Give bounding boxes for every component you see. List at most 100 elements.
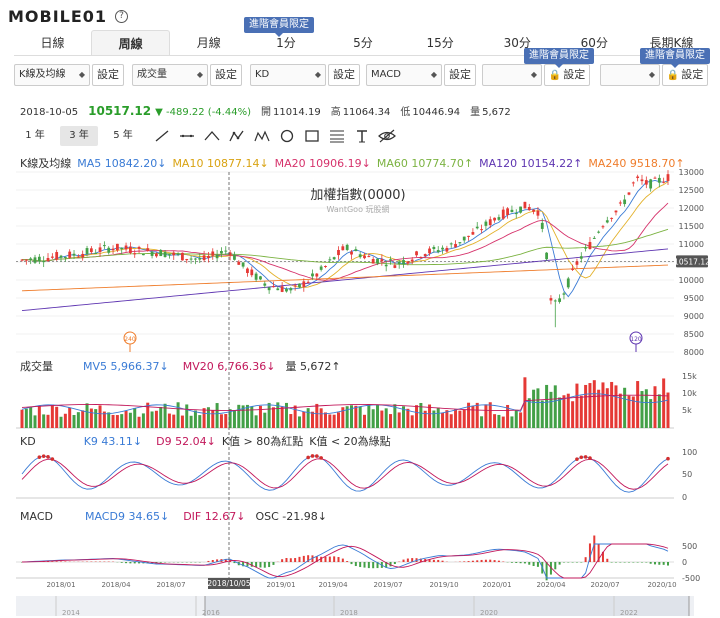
- mv5-legend[interactable]: MV5 5,966.37↓: [83, 360, 169, 373]
- volume-bar: [519, 412, 523, 428]
- macd-osc-bar: [567, 562, 570, 563]
- candle-body: [441, 247, 444, 250]
- kd-lines: [21, 454, 670, 493]
- kline-legend-title: K線及均線: [20, 157, 72, 170]
- indicator6-select[interactable]: ◆: [600, 64, 660, 86]
- volume-bar: [644, 389, 648, 428]
- quote-bar: 2018-10-05 10517.12 ▼ -489.22 (-4.44%) 開…: [20, 103, 521, 118]
- angle-tool-icon[interactable]: [202, 127, 222, 145]
- navigator-label: 2020: [480, 609, 498, 617]
- range-1y-button[interactable]: 1 年: [16, 126, 54, 146]
- kd-overbought-dot: [579, 455, 584, 460]
- candle-body: [480, 229, 483, 231]
- macd-osc-bar: [554, 562, 557, 570]
- wave-tool-icon[interactable]: [227, 127, 247, 145]
- macd-osc-bar: [389, 562, 392, 567]
- range-5y-button[interactable]: 5 年: [104, 126, 142, 146]
- macd-osc-bar: [250, 562, 253, 567]
- candle-body: [371, 259, 375, 264]
- indicator6-settings-button[interactable]: 🔒 設定: [662, 64, 708, 86]
- ma60-legend[interactable]: MA60 10774.70↑: [377, 157, 473, 170]
- ma240-legend[interactable]: MA240 9518.70↑: [588, 157, 684, 170]
- macd-select[interactable]: MACD ◆: [366, 64, 442, 86]
- indicator5-select[interactable]: ◆: [482, 64, 542, 86]
- candle-body: [393, 265, 397, 268]
- candle-body: [484, 221, 488, 226]
- volume-bar: [566, 393, 570, 428]
- macd-osc-bar: [224, 559, 227, 562]
- candle-body: [176, 253, 180, 255]
- macd-osc-bar: [307, 555, 310, 562]
- kd-select[interactable]: KD ◆: [250, 64, 326, 86]
- hide-drawings-icon[interactable]: [377, 127, 397, 145]
- volume-bar: [180, 415, 184, 428]
- d9-legend[interactable]: D9 52.04↓: [156, 435, 216, 448]
- volume-bar: [146, 402, 150, 428]
- candle-body: [133, 253, 137, 255]
- volume-settings-button[interactable]: 設定: [210, 64, 242, 86]
- candle-body: [124, 245, 128, 250]
- trendline-tool-icon[interactable]: [152, 127, 172, 145]
- ma5-legend[interactable]: MA5 10842.20↓: [77, 157, 166, 170]
- candle-body: [168, 254, 171, 256]
- macd-osc-bar: [575, 562, 578, 563]
- text-tool-icon[interactable]: [352, 127, 372, 145]
- price-tick-label: 11500: [679, 222, 704, 231]
- x-axis-label: 2019/10: [429, 581, 458, 589]
- help-icon[interactable]: ?: [115, 9, 129, 23]
- volume-bar: [245, 404, 249, 428]
- volume-bar: [601, 382, 605, 428]
- tab-5min[interactable]: 5分: [324, 30, 401, 55]
- volume-select[interactable]: 成交量 ◆: [132, 64, 208, 86]
- kline-settings-button[interactable]: 設定: [92, 64, 124, 86]
- price-tick-label: 11000: [679, 240, 704, 249]
- x-axis-label: 2019/04: [318, 581, 348, 589]
- volume-bar: [363, 414, 367, 428]
- tab-15min[interactable]: 15分: [402, 30, 479, 55]
- candle-body: [618, 202, 622, 204]
- volume-bar: [59, 416, 63, 428]
- rectangle-tool-icon[interactable]: [302, 127, 322, 145]
- kd-overbought-dot: [315, 454, 319, 458]
- mv20-legend[interactable]: MV20 6,766.36↓: [183, 360, 276, 373]
- range-3y-button[interactable]: 3 年: [60, 126, 98, 146]
- horizontal-line-tool-icon[interactable]: [177, 127, 197, 145]
- ma5-value: 10842.20↓: [104, 156, 167, 170]
- site-logo[interactable]: MOBILE01 ?: [8, 4, 129, 28]
- dif-legend[interactable]: DIF 12.67↓: [183, 510, 245, 523]
- k9-legend[interactable]: K9 43.11↓: [84, 435, 142, 448]
- macd-osc-bar: [640, 562, 643, 563]
- volume-bar: [68, 407, 72, 428]
- kd-settings-button[interactable]: 設定: [328, 64, 360, 86]
- volume-bar: [258, 405, 262, 428]
- macd-settings-button[interactable]: 設定: [444, 64, 476, 86]
- macd-osc-bar: [337, 557, 340, 562]
- ma10-legend[interactable]: MA10 10877.14↓: [172, 157, 268, 170]
- macd-osc-bar: [367, 562, 370, 569]
- volume-bar: [527, 398, 531, 428]
- kline-select[interactable]: K線及均線 ◆: [14, 64, 90, 86]
- ma120-legend[interactable]: MA120 10154.22↑: [479, 157, 582, 170]
- ma10-value: 10877.14↓: [206, 156, 269, 170]
- price-tick-label: 12500: [679, 186, 704, 195]
- macd-osc-bar: [549, 562, 552, 575]
- quote-change: ▼ -489.22 (-4.44%): [155, 107, 251, 118]
- circle-tool-icon[interactable]: [277, 127, 297, 145]
- fibonacci-tool-icon[interactable]: [327, 127, 347, 145]
- x-axis-label: 2018/04: [101, 581, 131, 589]
- indicator5-settings-button[interactable]: 🔒 設定: [544, 64, 590, 86]
- tab-daily[interactable]: 日線: [14, 30, 91, 55]
- tab-monthly[interactable]: 月線: [170, 30, 247, 55]
- tab-1min[interactable]: 1分: [247, 30, 324, 55]
- pattern-tool-icon[interactable]: [252, 127, 272, 145]
- ma20-legend[interactable]: MA20 10906.19↓: [275, 157, 371, 170]
- candle-body: [220, 251, 223, 254]
- candle-body: [653, 177, 657, 179]
- tab-weekly[interactable]: 周線: [91, 30, 171, 55]
- mv5-value: 5,966.37↓: [110, 359, 169, 373]
- navigator-label: 2018: [340, 609, 358, 617]
- macd9-legend[interactable]: MACD9 34.65↓: [85, 510, 169, 523]
- volume-bar: [111, 414, 115, 428]
- kd-overbought-dot: [575, 457, 579, 461]
- macd-osc-bar: [255, 562, 258, 568]
